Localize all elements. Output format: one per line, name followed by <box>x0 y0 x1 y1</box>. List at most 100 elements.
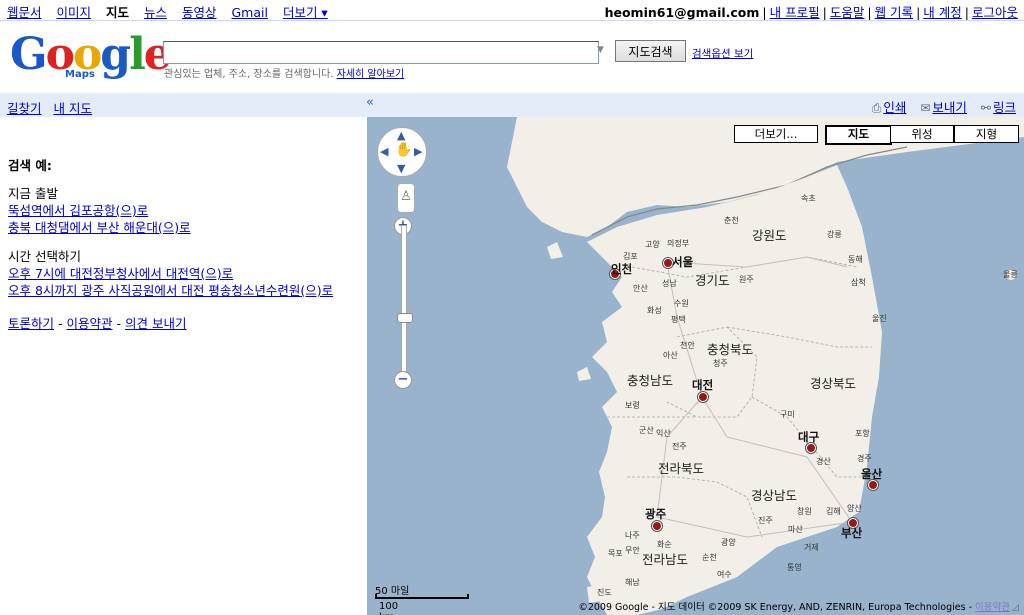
town-label[interactable]: 여수 <box>717 569 732 580</box>
pan-left-icon[interactable]: ◀ <box>380 145 388 158</box>
nav-video[interactable]: 동영상 <box>182 5 217 20</box>
zoom-slider-thumb[interactable] <box>397 313 413 323</box>
town-label[interactable]: 순천 <box>702 552 717 563</box>
town-label[interactable]: 천안 <box>680 340 695 351</box>
town-label[interactable]: 속초 <box>801 193 816 204</box>
city-label-busan[interactable]: 부산 <box>841 525 862 541</box>
terms-link[interactable]: 이용약관 <box>66 316 112 331</box>
town-label[interactable]: 김포 <box>623 251 638 262</box>
town-label[interactable]: 삼척 <box>851 277 866 288</box>
search-history-dropdown-icon[interactable]: ▼ <box>597 45 604 55</box>
nav-news[interactable]: 뉴스 <box>144 5 167 20</box>
town-label[interactable]: 전주 <box>672 441 687 452</box>
get-directions-link[interactable]: 길찾기 <box>7 101 42 116</box>
zoom-slider-track[interactable] <box>401 225 407 372</box>
city-label-seoul[interactable]: 서울 <box>672 254 693 270</box>
collapse-panel-icon[interactable]: « <box>366 95 374 110</box>
town-label[interactable]: 광양 <box>721 537 736 548</box>
town-label[interactable]: 군산 <box>639 425 654 436</box>
map-search-input[interactable] <box>163 41 599 64</box>
pan-up-icon[interactable]: ▲ <box>397 129 405 142</box>
map-canvas[interactable]: 더보기... 지도 위성 지형 ▲ ▼ ◀ ▶ ✋ ♙ + − 인천 서울 대전… <box>367 117 1024 615</box>
town-label[interactable]: 울릉 <box>1003 269 1018 280</box>
map-type-satellite-button[interactable]: 위성 <box>890 125 954 143</box>
town-label[interactable]: 진주 <box>758 515 773 526</box>
town-label[interactable]: 익산 <box>656 428 671 439</box>
learn-more-link[interactable]: 자세히 알아보기 <box>337 69 405 80</box>
town-label[interactable]: 해남 <box>625 577 640 588</box>
town-label[interactable]: 춘천 <box>724 215 739 226</box>
town-label[interactable]: 수원 <box>674 298 689 309</box>
town-label[interactable]: 강릉 <box>827 229 842 240</box>
city-label-ulsan[interactable]: 울산 <box>861 466 882 482</box>
town-label[interactable]: 화성 <box>647 305 662 316</box>
town-label[interactable]: 아산 <box>663 350 678 361</box>
town-label[interactable]: 통영 <box>787 562 802 573</box>
town-label[interactable]: 포항 <box>855 428 870 439</box>
discuss-link[interactable]: 토론하기 <box>8 316 54 331</box>
example-link[interactable]: 뚝섬역에서 김포공항(으)로 <box>8 202 191 219</box>
city-label-incheon[interactable]: 인천 <box>611 261 632 277</box>
city-marker[interactable] <box>652 521 662 531</box>
feedback-link[interactable]: 의견 보내기 <box>125 316 186 331</box>
town-label[interactable]: 목포 <box>608 548 623 559</box>
send-link[interactable]: 보내기 <box>932 100 967 115</box>
town-label[interactable]: 경주 <box>857 453 872 464</box>
map-search-button[interactable]: 지도검색 <box>615 40 686 62</box>
pan-control[interactable]: ▲ ▼ ◀ ▶ ✋ <box>377 127 427 177</box>
town-label[interactable]: 양산 <box>847 503 862 514</box>
zoom-control[interactable]: ♙ + − <box>394 183 415 389</box>
my-account-link[interactable]: 내 계정 <box>923 5 961 20</box>
link-link[interactable]: 링크 <box>993 100 1016 115</box>
town-label[interactable]: 화순 <box>657 539 672 550</box>
print-link[interactable]: 인쇄 <box>883 100 906 115</box>
town-label[interactable]: 나주 <box>625 530 640 541</box>
search-options-link[interactable]: 검색옵션 보기 <box>692 46 753 61</box>
town-label[interactable]: 구미 <box>780 409 795 420</box>
nav-maps[interactable]: 지도 <box>106 5 129 20</box>
town-label[interactable]: 평택 <box>671 314 686 325</box>
town-label[interactable]: 고양 <box>645 239 660 250</box>
town-label[interactable]: 무안 <box>625 545 640 556</box>
city-marker[interactable] <box>698 392 708 402</box>
city-label-daegu[interactable]: 대구 <box>798 429 819 445</box>
example-link[interactable]: 충북 대청댐에서 부산 해운대(으)로 <box>8 219 191 236</box>
town-label[interactable]: 원주 <box>739 274 754 285</box>
example-link[interactable]: 오후 7시에 대전정부청사에서 대전역(으)로 <box>8 265 333 282</box>
town-label[interactable]: 의정부 <box>667 238 689 249</box>
example-link[interactable]: 오후 8시까지 광주 사직공원에서 대전 평송청소년수련원(으)로 <box>8 282 333 299</box>
my-maps-link[interactable]: 내 지도 <box>54 101 92 116</box>
map-type-map-button[interactable]: 지도 <box>825 125 892 145</box>
city-label-gwangju[interactable]: 광주 <box>645 506 666 522</box>
town-label[interactable]: 청주 <box>713 358 728 369</box>
nav-images[interactable]: 이미지 <box>57 5 92 20</box>
google-maps-logo[interactable]: Google Maps <box>10 30 172 85</box>
zoom-out-button[interactable]: − <box>394 371 412 389</box>
pan-down-icon[interactable]: ▼ <box>397 162 405 175</box>
pegman-icon[interactable]: ♙ <box>397 183 415 213</box>
nav-more[interactable]: 더보기 ▾ <box>283 5 328 20</box>
nav-web[interactable]: 웹문서 <box>7 5 42 20</box>
profile-link[interactable]: 내 프로필 <box>770 5 820 20</box>
town-label[interactable]: 보령 <box>625 400 640 411</box>
map-type-terrain-button[interactable]: 지형 <box>954 125 1019 143</box>
hand-icon[interactable]: ✋ <box>395 142 412 158</box>
town-label[interactable]: 성남 <box>662 278 677 289</box>
town-label[interactable]: 김해 <box>826 506 841 517</box>
map-type-more-button[interactable]: 더보기... <box>734 125 818 143</box>
town-label[interactable]: 경산 <box>816 456 831 467</box>
city-label-daejeon[interactable]: 대전 <box>692 377 713 393</box>
nav-gmail[interactable]: Gmail <box>232 5 268 20</box>
town-label[interactable]: 진도 <box>597 587 612 598</box>
help-link[interactable]: 도움말 <box>830 5 865 20</box>
town-label[interactable]: 창원 <box>797 506 812 517</box>
logout-link[interactable]: 로그아웃 <box>972 5 1018 20</box>
pan-right-icon[interactable]: ▶ <box>414 145 422 158</box>
town-label[interactable]: 동해 <box>848 254 863 265</box>
map-terms-link[interactable]: 이용약관 <box>975 602 1010 613</box>
web-history-link[interactable]: 웹 기록 <box>875 5 913 20</box>
resize-corner-icon[interactable]: ◿ <box>1012 603 1022 613</box>
town-label[interactable]: 울진 <box>872 313 887 324</box>
town-label[interactable]: 안산 <box>633 283 648 294</box>
town-label[interactable]: 마산 <box>788 524 803 535</box>
